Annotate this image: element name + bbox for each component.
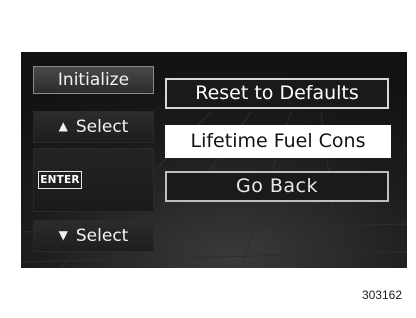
figure-number: 303162 <box>361 288 402 302</box>
initialize-label: Initialize <box>33 66 154 94</box>
triangle-up-icon: ▲ <box>58 119 68 133</box>
menu-item-go-back[interactable]: Go Back <box>165 171 389 202</box>
select-down-label: Select <box>75 226 129 246</box>
display-screen: Initialize ▲ Select ENTER ▼ Select Reset… <box>21 52 407 268</box>
select-down-hint: ▼ Select <box>33 220 154 252</box>
select-up-label: Select <box>75 117 129 137</box>
enter-hint: ENTER <box>33 148 154 212</box>
page: Initialize ▲ Select ENTER ▼ Select Reset… <box>0 0 416 318</box>
menu-item-reset-to-defaults[interactable]: Reset to Defaults <box>165 78 389 109</box>
triangle-down-icon: ▼ <box>58 228 68 242</box>
menu-item-lifetime-fuel-cons[interactable]: Lifetime Fuel Cons <box>165 125 391 158</box>
enter-key-icon: ENTER <box>38 171 82 189</box>
select-up-hint: ▲ Select <box>33 111 154 143</box>
